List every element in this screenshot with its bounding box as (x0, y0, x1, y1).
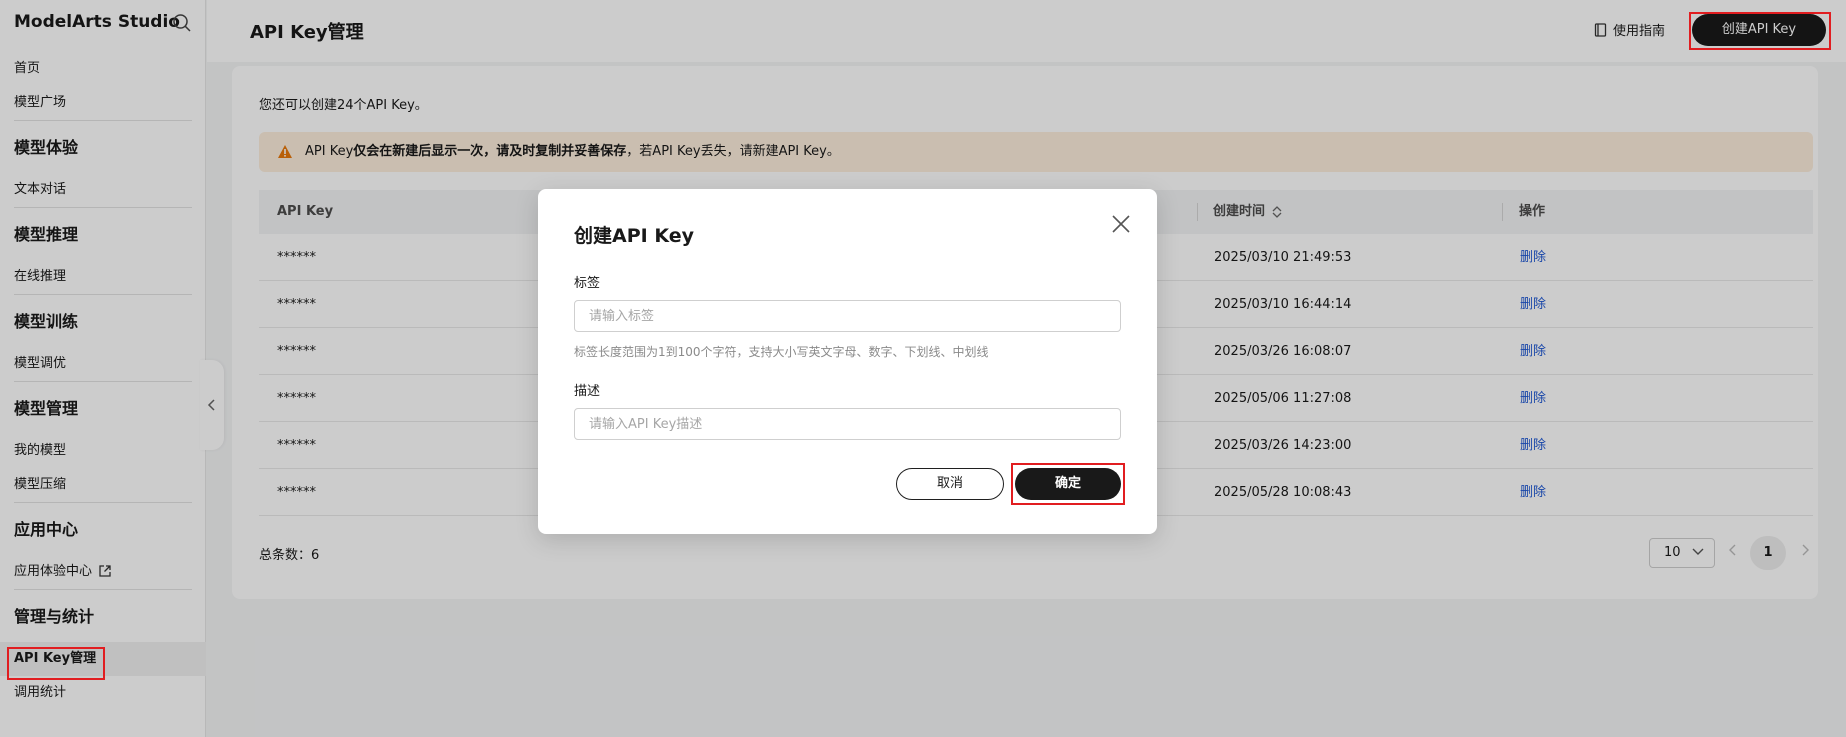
highlight-create-button (1689, 12, 1831, 50)
tag-label: 标签 (574, 276, 601, 291)
cancel-button[interactable]: 取消 (896, 468, 1004, 500)
description-label: 描述 (574, 384, 601, 399)
tag-input[interactable] (574, 300, 1121, 332)
close-icon[interactable] (1110, 213, 1132, 235)
dialog-title: 创建API Key (574, 225, 694, 247)
description-input[interactable] (574, 408, 1121, 440)
tag-hint: 标签长度范围为1到100个字符，支持大小写英文字母、数字、下划线、中划线 (574, 345, 989, 359)
highlight-confirm-button (1011, 463, 1125, 505)
create-api-key-dialog: 创建API Key 标签 标签长度范围为1到100个字符，支持大小写英文字母、数… (538, 189, 1157, 534)
highlight-api-key-nav (7, 647, 105, 680)
